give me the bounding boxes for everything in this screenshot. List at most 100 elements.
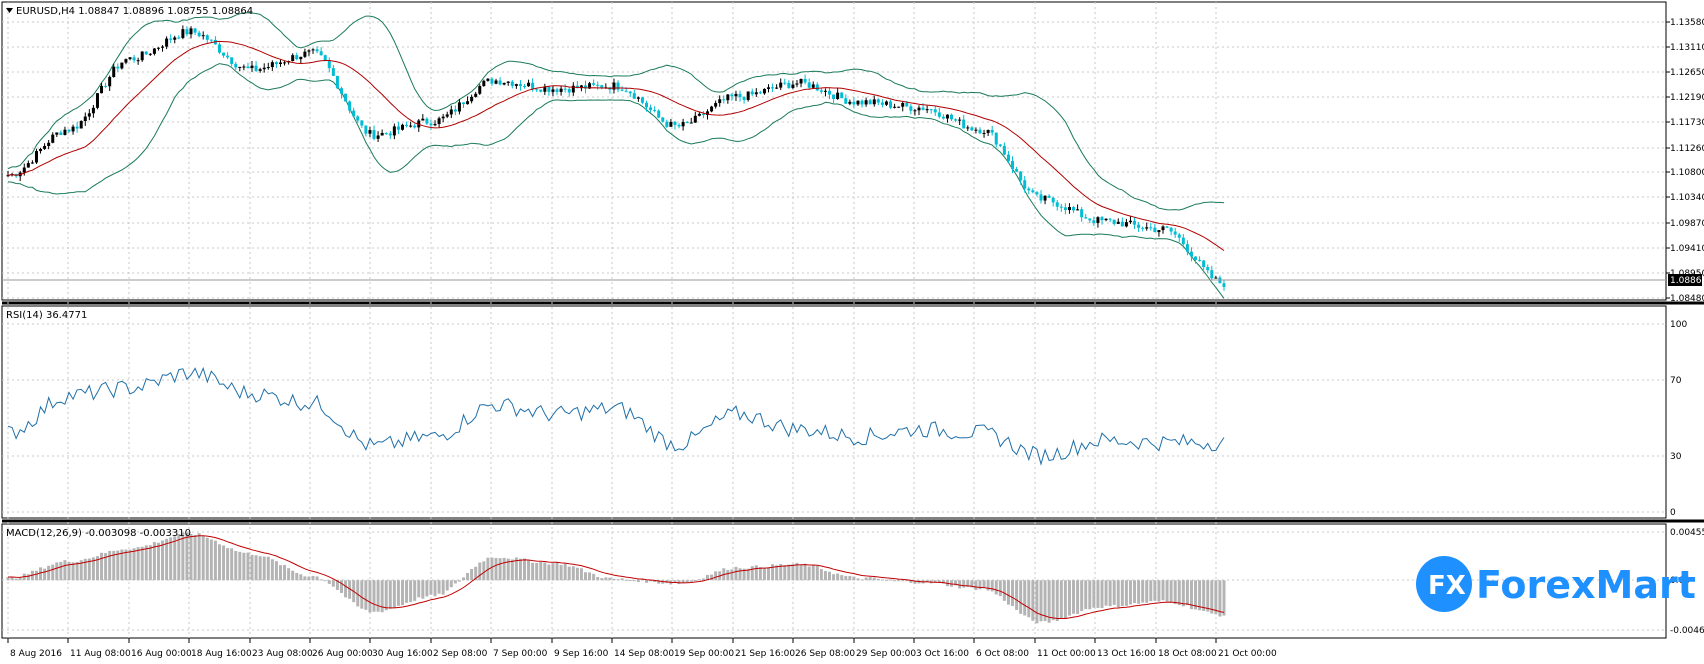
- candle-body: [681, 122, 685, 127]
- candle-body: [527, 82, 531, 87]
- macd-bar: [1128, 580, 1132, 605]
- candle-body: [905, 103, 909, 107]
- macd-bar: [1116, 580, 1120, 608]
- candle-body: [933, 109, 937, 113]
- macd-bar: [563, 563, 567, 581]
- macd-bar: [144, 545, 148, 581]
- macd-bar: [551, 563, 555, 581]
- candle-body: [994, 132, 998, 145]
- candle-body: [506, 81, 510, 83]
- candle-body: [543, 86, 547, 92]
- macd-bar: [51, 564, 55, 581]
- candle-body: [636, 97, 640, 99]
- candle-body: [201, 35, 205, 37]
- candle-body: [91, 107, 95, 114]
- macd-bar: [100, 552, 104, 581]
- candle-body: [624, 90, 628, 92]
- trading-chart[interactable]: 1.13580 1.13110 1.12650 1.12190 1.11730 1.112…: [0, 0, 1704, 664]
- candle-body: [669, 121, 673, 127]
- candle-body: [303, 51, 307, 57]
- macd-bar: [925, 580, 929, 582]
- candle-body: [697, 113, 701, 116]
- time-label: 7 Sep 00:00: [493, 649, 548, 659]
- price-label: 1.10800: [1670, 168, 1704, 178]
- candle-body: [880, 102, 884, 105]
- candle-body: [490, 78, 494, 84]
- macd-bar: [616, 579, 620, 581]
- macd-bar: [339, 580, 343, 593]
- macd-bar: [258, 556, 262, 581]
- macd-bar: [1124, 580, 1128, 606]
- candle-body: [307, 50, 311, 52]
- time-label: 29 Sep 00:00: [856, 649, 916, 659]
- candle-body: [409, 125, 413, 127]
- time-label: 26 Aug 00:00: [312, 649, 373, 659]
- candle-body: [128, 57, 132, 60]
- candle-body: [87, 113, 91, 117]
- candle-body: [645, 102, 649, 108]
- time-label: 26 Sep 08:00: [795, 649, 855, 659]
- candle-body: [209, 39, 213, 41]
- macd-bar: [807, 566, 811, 581]
- macd-bar: [535, 562, 539, 581]
- macd-bar: [583, 572, 587, 581]
- candle-body: [514, 84, 518, 86]
- candle-body: [461, 102, 465, 105]
- candle-body: [657, 110, 661, 118]
- candle-body: [962, 119, 966, 129]
- macd-bar: [307, 576, 311, 581]
- candle-body: [510, 81, 514, 86]
- macd-bar: [559, 565, 563, 581]
- rsi-level-label: 0: [1670, 508, 1676, 518]
- candle-body: [185, 29, 189, 35]
- macd-bar: [592, 573, 596, 581]
- candle-body: [421, 118, 425, 121]
- macd-bar: [18, 577, 22, 581]
- macd-bar: [413, 580, 417, 601]
- macd-bar: [962, 580, 966, 588]
- macd-bar: [466, 573, 470, 581]
- macd-bar: [685, 580, 689, 583]
- candle-body: [258, 69, 262, 71]
- macd-bar: [738, 568, 742, 581]
- candle-body: [840, 92, 844, 99]
- macd-bar: [226, 548, 230, 581]
- candle-body: [169, 38, 173, 40]
- candle-body: [364, 125, 368, 134]
- macd-bar: [998, 580, 1002, 597]
- macd-level-label: 0.004551: [1670, 528, 1704, 538]
- candle-body: [628, 91, 632, 94]
- candle-body: [1108, 218, 1112, 220]
- macd-bar: [604, 577, 608, 581]
- candle-body: [1084, 217, 1088, 219]
- candle-body: [828, 90, 832, 95]
- macd-bar: [767, 567, 771, 581]
- candle-body: [278, 62, 282, 64]
- candle-body: [522, 85, 526, 87]
- candle-body: [230, 57, 234, 64]
- macd-bar: [1145, 580, 1149, 603]
- macd-bar: [75, 561, 79, 581]
- candle-body: [392, 126, 396, 136]
- macd-bar: [437, 580, 441, 594]
- candle-body: [315, 49, 319, 52]
- candle-body: [1222, 283, 1226, 287]
- candle-body: [1161, 226, 1165, 231]
- macd-bar: [791, 564, 795, 581]
- macd-bar: [1092, 580, 1096, 608]
- candle-body: [954, 119, 958, 121]
- macd-bar: [392, 580, 396, 608]
- macd-bar: [1157, 580, 1161, 602]
- macd-bar: [1100, 580, 1104, 609]
- macd-bar: [803, 563, 807, 581]
- rsi-pane[interactable]: [1, 305, 1667, 519]
- candle-body: [1055, 202, 1059, 207]
- macd-bar: [213, 540, 217, 581]
- candle-body: [742, 97, 746, 100]
- candle-body: [685, 122, 689, 124]
- candle-body: [165, 38, 169, 47]
- macd-bar: [39, 567, 43, 581]
- candle-body: [234, 63, 238, 68]
- candle-body: [832, 94, 836, 99]
- candle-body: [1214, 277, 1218, 279]
